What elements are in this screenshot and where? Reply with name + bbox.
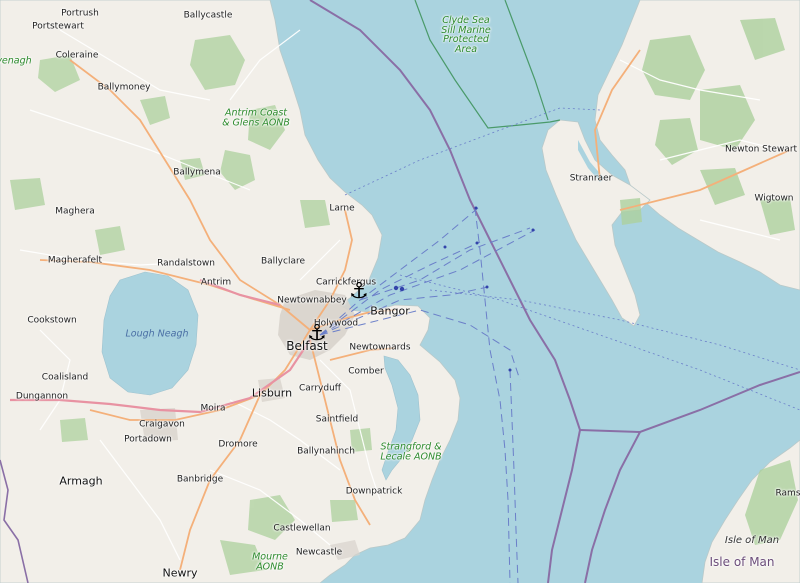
- town-label-banbridge: Banbridge: [176, 474, 224, 485]
- protected-area-label-clyde-sea-sill: Clyde Sea Sill Marine Protected Area: [441, 15, 491, 55]
- protected-area-label-strangford: Strangford & Lecale AONB: [380, 441, 442, 462]
- town-label-randalstown: Randalstown: [157, 258, 215, 269]
- town-label-antrim: Antrim: [200, 277, 232, 288]
- town-label-ballymena: Ballymena: [173, 167, 221, 178]
- town-label-magherafelt: Magherafelt: [47, 255, 103, 266]
- town-label-lisburn: Lisburn: [251, 386, 293, 400]
- town-label-cookstown: Cookstown: [27, 315, 77, 326]
- town-label-dungannon: Dungannon: [15, 391, 69, 402]
- town-label-coalisland: Coalisland: [41, 372, 89, 383]
- town-label-carryduff: Carryduff: [299, 383, 341, 394]
- town-label-newtownards: Newtownards: [349, 342, 411, 353]
- anchor-icon[interactable]: ⚓: [307, 323, 327, 345]
- town-label-portadown: Portadown: [124, 434, 172, 445]
- protected-area-label-antrim-coast: Antrim Coast & Glens AONB: [222, 107, 290, 128]
- town-label-ramsey: Rams: [775, 488, 800, 499]
- town-label-ballyclare: Ballyclare: [260, 256, 306, 267]
- town-label-downpatrick: Downpatrick: [345, 486, 403, 497]
- town-label-wigtown: Wigtown: [754, 193, 794, 204]
- town-label-saintfield: Saintfield: [315, 414, 359, 425]
- town-label-ballycastle: Ballycastle: [183, 10, 233, 21]
- town-label-newtownabbey: Newtownabbey: [277, 295, 347, 306]
- protected-area-label-sperrin-partial: venagh: [0, 55, 32, 67]
- town-label-armagh: Armagh: [59, 474, 103, 488]
- town-label-bangor: Bangor: [370, 304, 410, 318]
- town-label-dromore: Dromore: [218, 439, 258, 450]
- town-label-portstewart: Portstewart: [32, 21, 84, 32]
- town-label-stranraer: Stranraer: [569, 173, 613, 184]
- town-label-castlewellan: Castlewellan: [273, 523, 331, 534]
- anchor-icon[interactable]: ⚓: [349, 281, 369, 303]
- town-label-newry: Newry: [162, 566, 198, 580]
- town-label-newton-stewart: Newton Stewart: [724, 144, 798, 155]
- island-label-isle-of-man-green: Isle of Man: [724, 535, 780, 546]
- town-label-ballymoney: Ballymoney: [97, 82, 151, 93]
- protected-area-label-mourne: Mourne AONB: [252, 551, 288, 572]
- town-label-comber: Comber: [348, 366, 384, 377]
- town-label-ballynahinch: Ballynahinch: [297, 446, 355, 457]
- town-label-moira: Moira: [200, 403, 226, 414]
- town-label-coleraine: Coleraine: [55, 50, 99, 61]
- town-label-larne: Larne: [329, 203, 355, 214]
- country-label-isle-of-man: Isle of Man: [709, 555, 775, 569]
- water-label-lough-neagh: Lough Neagh: [125, 328, 189, 340]
- town-label-craigavon: Craigavon: [139, 419, 185, 430]
- map-canvas[interactable]: Portrush Ballycastle Portstewart Colerai…: [0, 0, 800, 583]
- town-label-portrush: Portrush: [61, 8, 99, 19]
- town-label-maghera: Maghera: [55, 206, 95, 217]
- town-label-newcastle: Newcastle: [295, 547, 343, 558]
